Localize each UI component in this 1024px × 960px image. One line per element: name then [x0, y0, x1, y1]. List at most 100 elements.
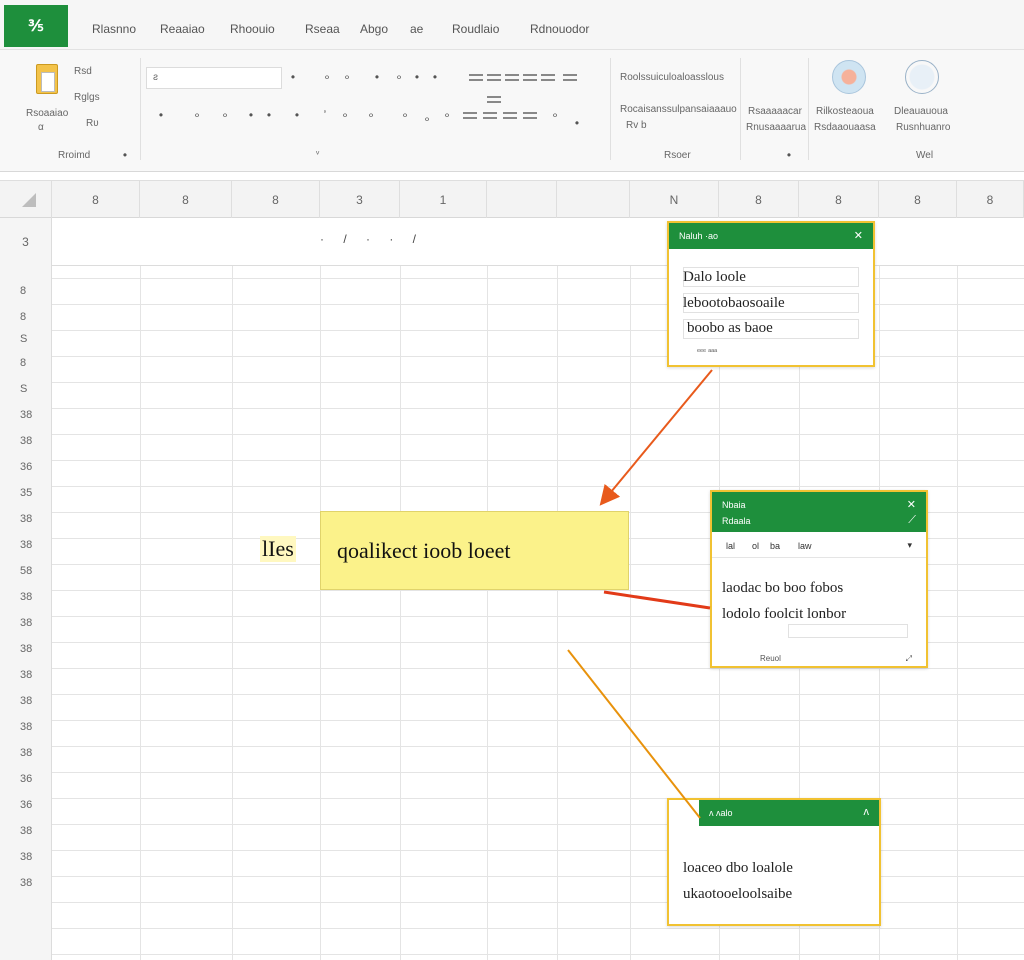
wrap-button[interactable]: ∘ [338, 108, 352, 122]
font-color-button[interactable]: • [290, 108, 304, 122]
select-all-corner[interactable] [0, 181, 52, 219]
column-header[interactable] [487, 181, 557, 219]
row-header[interactable]: 36 [0, 766, 52, 792]
row-header[interactable]: 38 [0, 870, 52, 896]
dropdown-icon[interactable]: ▾ [907, 540, 912, 551]
decrease-font-button[interactable]: ∘ [340, 70, 354, 84]
tab-7[interactable]: Roudlaio [452, 22, 499, 36]
orient-button[interactable]: ∘ [398, 108, 412, 122]
toolbar-button[interactable]: law [798, 541, 812, 551]
network-icon[interactable] [832, 60, 866, 94]
row-header[interactable]: 3 [0, 218, 52, 266]
row-header[interactable]: 36 [0, 454, 52, 480]
column-header[interactable] [557, 181, 630, 219]
highlighted-cell[interactable]: qoalikect ioob loeet [320, 511, 629, 590]
row-header[interactable]: 38 [0, 662, 52, 688]
wrap-text-icon[interactable] [502, 110, 518, 122]
paste-icon[interactable] [36, 64, 58, 94]
toolbar-button[interactable]: ol [752, 541, 759, 551]
row-header[interactable]: 38 [0, 636, 52, 662]
row-header[interactable]: 38 [0, 844, 52, 870]
row-header[interactable]: 38 [0, 532, 52, 558]
delete-cells-button[interactable]: Rnusaaaarua [746, 122, 806, 133]
row-header[interactable]: 38 [0, 818, 52, 844]
row-header[interactable]: 38 [0, 740, 52, 766]
indent-right-icon[interactable] [482, 110, 498, 122]
align-middle-icon[interactable] [486, 72, 502, 84]
cut-button[interactable]: Rsd [74, 66, 92, 77]
format-button[interactable]: • [370, 70, 384, 84]
format-button-2[interactable]: ∘ [392, 70, 406, 84]
orientation-icon[interactable]: ∘ [548, 108, 562, 122]
format-button-3[interactable]: • [410, 70, 424, 84]
tab-3[interactable]: Rhoouio [230, 22, 275, 36]
column-header[interactable]: 8 [719, 181, 799, 219]
column-header[interactable]: 8 [957, 181, 1024, 219]
insert-cells-button[interactable]: Rsaaaaacar [748, 106, 802, 117]
row-header[interactable]: 8 [0, 350, 52, 376]
row-header[interactable]: 38 [0, 506, 52, 532]
paste-label[interactable]: Rsoaaiao [26, 108, 68, 119]
network-label[interactable]: Rilkosteaoua [816, 106, 874, 117]
underline-button[interactable]: ∘ [218, 108, 232, 122]
align-bottom-icon[interactable] [504, 72, 520, 84]
column-header[interactable]: 1 [400, 181, 487, 219]
alignment-launcher-icon[interactable]: • [570, 116, 584, 130]
bold-button[interactable]: • [154, 108, 168, 122]
font-dropdown-icon[interactable]: • [286, 70, 300, 84]
tab-6[interactable]: ae [410, 22, 423, 36]
comment-popup-3[interactable]: ʌ ʌalo ʌ loaceo dbo loalole ukaotooelool… [667, 798, 881, 926]
format-button-4[interactable]: • [428, 70, 442, 84]
align-top-icon[interactable] [468, 72, 484, 84]
app-logo[interactable]: ⅗ [4, 5, 68, 47]
tab-8[interactable]: Rdnouodor [530, 22, 589, 36]
row-header[interactable]: S [0, 326, 52, 352]
justify-icon[interactable] [486, 94, 502, 106]
tab-1[interactable]: Rlasnno [92, 22, 136, 36]
column-header[interactable]: 8 [799, 181, 879, 219]
row-header[interactable]: 38 [0, 428, 52, 454]
comment-popup-2[interactable]: Nbaia ✕ Rdaala ⟋ lal ol ba law ▾ laodac … [710, 490, 928, 668]
conditional-format-button[interactable]: Roolssuiculoaloasslous [620, 72, 724, 83]
formula-bar-content[interactable]: · / · · / [320, 232, 424, 246]
cells-launcher-icon[interactable]: • [782, 148, 796, 162]
column-header[interactable]: 8 [52, 181, 140, 219]
row-header[interactable]: 38 [0, 610, 52, 636]
column-header[interactable]: 8 [140, 181, 232, 219]
column-header[interactable]: 8 [879, 181, 957, 219]
align-center-icon[interactable] [540, 72, 556, 84]
align-left-icon[interactable] [522, 72, 538, 84]
row-header[interactable]: 38 [0, 402, 52, 428]
row-header[interactable]: 35 [0, 480, 52, 506]
row-header[interactable]: 38 [0, 714, 52, 740]
border-button[interactable]: • [244, 108, 258, 122]
row-header[interactable]: 58 [0, 558, 52, 584]
row-header[interactable]: S [0, 376, 52, 402]
column-header[interactable]: N [630, 181, 719, 219]
toolbar-button[interactable]: ba [770, 541, 780, 551]
globe-label[interactable]: Dleauauoua [894, 106, 948, 117]
column-header[interactable]: 8 [232, 181, 320, 219]
close-icon[interactable]: ʌ [864, 806, 870, 818]
toolbar-button[interactable]: lal [726, 541, 735, 551]
orient-button-2[interactable]: ∘ [420, 112, 434, 126]
row-header[interactable]: 36 [0, 792, 52, 818]
pin-icon[interactable]: ⟋ [908, 514, 916, 527]
indent-left-icon[interactable] [462, 110, 478, 122]
indent-button[interactable]: ∘ [364, 108, 378, 122]
comment-popup-1[interactable]: Naluh ·ao ✕ Dalo loole lebootobaosoaile … [667, 221, 875, 367]
row-header[interactable]: 38 [0, 584, 52, 610]
tab-4[interactable]: Rseaa [305, 22, 340, 36]
fill-color-button[interactable]: • [262, 108, 276, 122]
expand-icon[interactable]: ⤢ [906, 654, 912, 664]
format-as-table-button[interactable]: Rocaisanssulpansaiaaauo [620, 104, 737, 115]
globe-icon[interactable] [905, 60, 939, 94]
font-name-select[interactable]: ƨ [146, 67, 282, 89]
increase-font-button[interactable]: ∘ [320, 70, 334, 84]
column-header[interactable]: 3 [320, 181, 400, 219]
dialog-launcher-icon[interactable]: • [118, 148, 132, 162]
row-header[interactable]: 8 [0, 278, 52, 304]
merge-button[interactable]: ʼ [318, 108, 332, 122]
copy-button[interactable]: Rglgs [74, 92, 100, 103]
align-right-icon[interactable] [562, 72, 578, 84]
